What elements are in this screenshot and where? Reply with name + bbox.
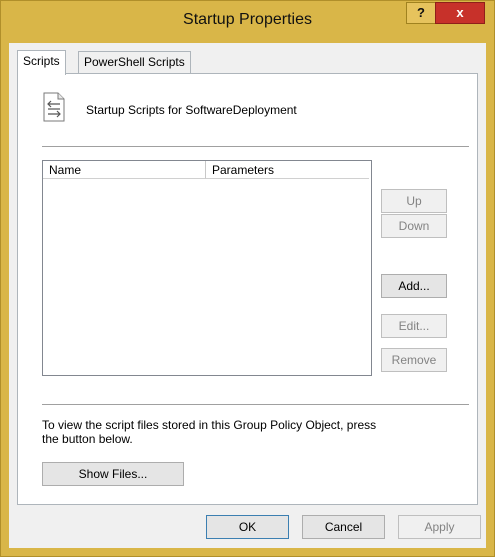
help-button[interactable]: ? (406, 2, 436, 24)
ok-button[interactable]: OK (206, 515, 289, 539)
cancel-button[interactable]: Cancel (302, 515, 385, 539)
scripts-listview[interactable]: Name Parameters (42, 160, 372, 376)
close-button[interactable]: x (435, 2, 485, 24)
description-line-1: To view the script files stored in this … (42, 418, 377, 432)
tab-powershell-scripts[interactable]: PowerShell Scripts (78, 51, 191, 73)
title-bar[interactable]: Startup Properties ? x (1, 1, 494, 43)
add-button[interactable]: Add... (381, 274, 447, 298)
column-header-name[interactable]: Name (43, 161, 206, 179)
down-button[interactable]: Down (381, 214, 447, 238)
startup-properties-window: Startup Properties ? x Scripts PowerShel… (0, 0, 495, 557)
column-header-parameters[interactable]: Parameters (206, 161, 369, 179)
bottom-separator (42, 404, 469, 405)
description-line-2: the button below. (42, 432, 133, 446)
view-files-description: To view the script files stored in this … (42, 418, 422, 446)
show-files-button[interactable]: Show Files... (42, 462, 184, 486)
dialog-client-area: Scripts PowerShell Scripts Startup Scrip… (9, 43, 486, 548)
apply-button[interactable]: Apply (398, 515, 481, 539)
remove-button[interactable]: Remove (381, 348, 447, 372)
top-separator (42, 146, 469, 147)
scripts-tab-panel: Startup Scripts for SoftwareDeployment N… (17, 73, 478, 505)
startup-scripts-heading: Startup Scripts for SoftwareDeployment (86, 103, 297, 117)
edit-button[interactable]: Edit... (381, 314, 447, 338)
script-document-icon (43, 92, 65, 122)
tab-scripts[interactable]: Scripts (17, 50, 66, 75)
up-button[interactable]: Up (381, 189, 447, 213)
